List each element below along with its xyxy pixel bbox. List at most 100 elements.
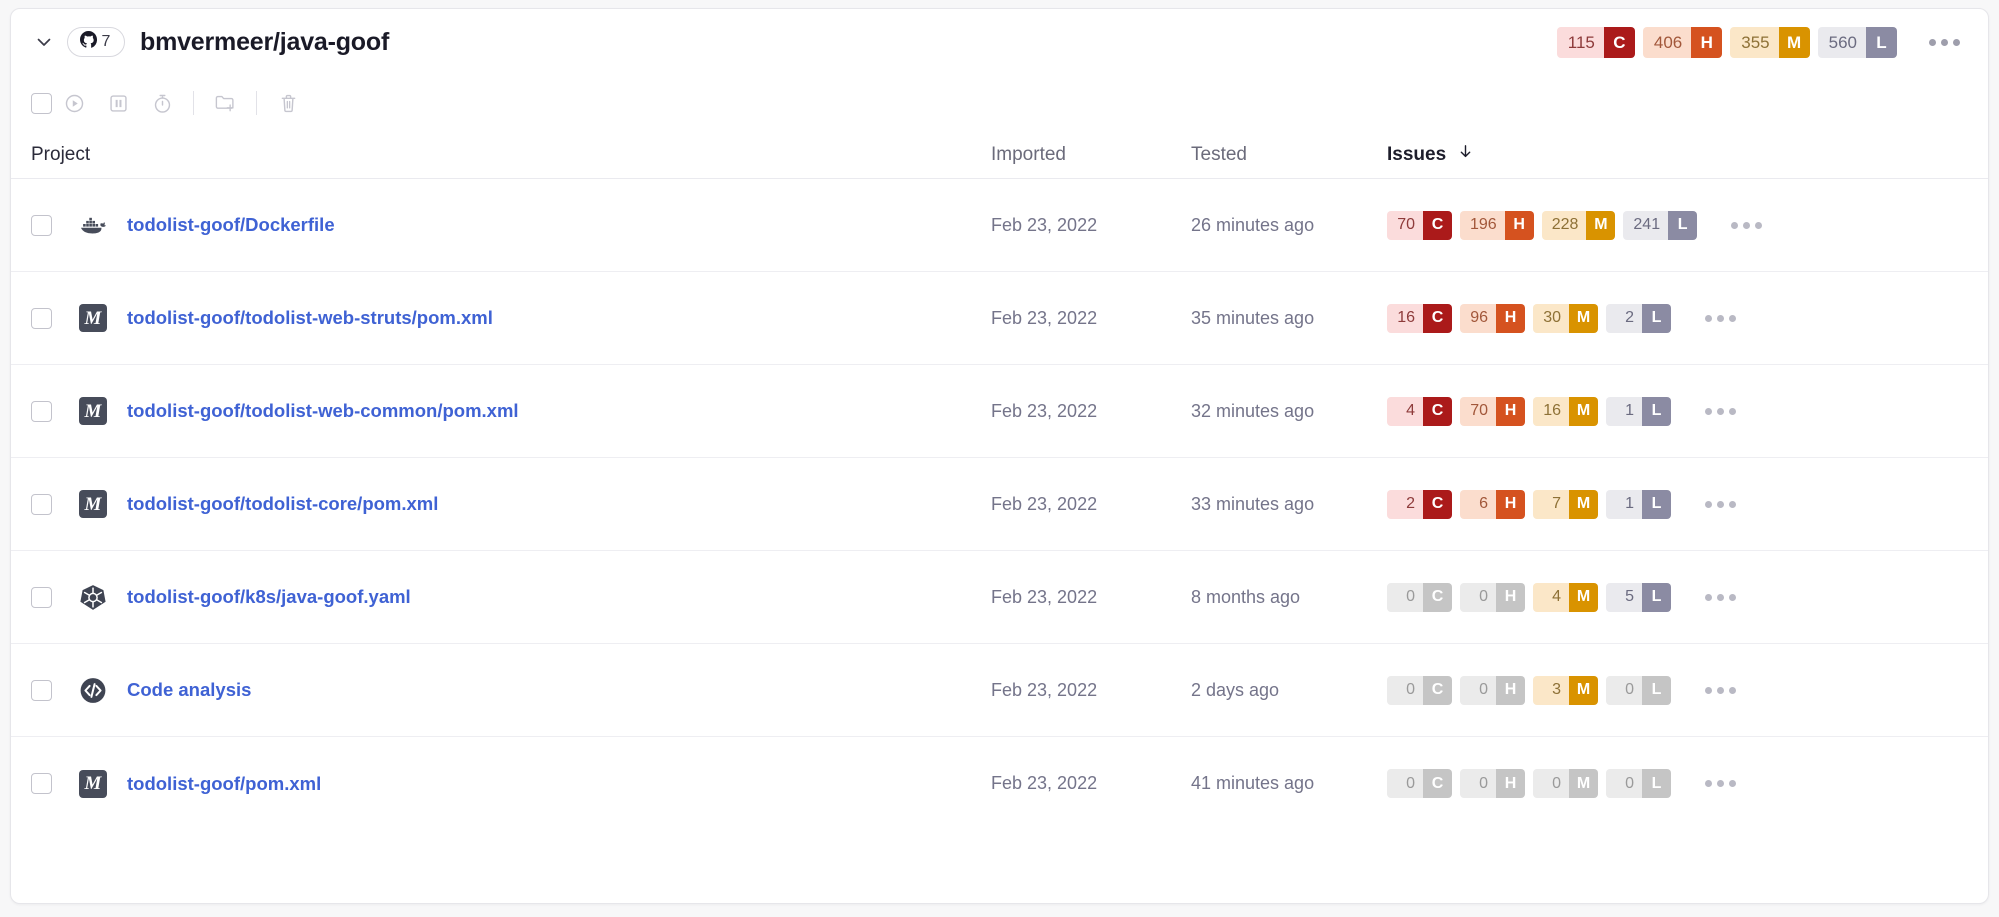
severity-badge-low[interactable]: 2L: [1606, 303, 1671, 333]
row-select-checkbox[interactable]: [31, 307, 52, 329]
tested-time: 32 minutes ago: [1191, 400, 1315, 421]
column-header-imported[interactable]: Imported: [991, 144, 1191, 166]
row-severity-summary: 0C 0H 4M 5L: [1387, 582, 1671, 612]
severity-letter-high: H: [1691, 26, 1723, 58]
stopwatch-icon[interactable]: [140, 85, 184, 121]
chevron-down-icon[interactable]: [31, 29, 57, 55]
severity-badge-medium[interactable]: 0M: [1533, 769, 1598, 798]
severity-badge-high[interactable]: 96 H: [1460, 303, 1525, 333]
row-more-options-button[interactable]: [1725, 214, 1768, 237]
severity-badge-low[interactable]: 241 L: [1623, 210, 1698, 240]
project-cell: Mtodolist-goof/todolist-core/pom.xml: [31, 490, 991, 518]
severity-count-low: 560: [1817, 26, 1866, 58]
severity-badge-medium[interactable]: 4M: [1533, 582, 1598, 612]
issues-cell: 4 C 70 H 16 M 1 L: [1387, 396, 1966, 426]
row-select-checkbox[interactable]: [31, 214, 52, 236]
table-row[interactable]: Code analysis Feb 23, 2022 2 days ago 0 C 0 H 3…: [11, 644, 1988, 737]
severity-letter-critical: C: [1423, 303, 1452, 333]
row-select-checkbox[interactable]: [31, 493, 52, 515]
severity-badge-high[interactable]: 0H: [1460, 582, 1525, 612]
row-more-options-button[interactable]: [1699, 493, 1742, 516]
severity-badge-low[interactable]: 0L: [1606, 675, 1671, 705]
table-row[interactable]: Mtodolist-goof/pom.xml Feb 23, 2022 41 min…: [11, 737, 1988, 830]
project-link[interactable]: todolist-goof/todolist-web-struts/pom.xm…: [127, 307, 493, 329]
column-header-project[interactable]: Project: [31, 144, 991, 166]
severity-badge-critical[interactable]: 0C: [1387, 675, 1452, 705]
table-row[interactable]: Mtodolist-goof/todolist-web-struts/pom.x…: [11, 272, 1988, 365]
column-header-issues-wrap: Issues: [1387, 143, 1966, 166]
trash-icon[interactable]: [266, 85, 310, 121]
severity-badge-low[interactable]: 560 L: [1817, 26, 1897, 58]
severity-letter-low: L: [1642, 396, 1671, 426]
severity-count-high: 406: [1642, 26, 1692, 58]
github-source-badge[interactable]: 7: [67, 27, 125, 57]
select-all-checkbox[interactable]: [31, 92, 52, 114]
row-severity-summary: 4 C 70 H 16 M 1 L: [1387, 396, 1671, 426]
row-select-checkbox[interactable]: [31, 679, 52, 701]
dot-icon: [1941, 38, 1948, 46]
row-select-checkbox[interactable]: [31, 400, 52, 422]
column-header-issues-label: Issues: [1387, 143, 1447, 165]
table-row[interactable]: todolist-goof/k8s/java-goof.yaml Feb 23, …: [11, 551, 1988, 644]
severity-badge-medium[interactable]: 16 M: [1533, 396, 1598, 426]
severity-badge-medium[interactable]: 7M: [1533, 489, 1598, 519]
column-header-issues[interactable]: Issues: [1387, 143, 1966, 166]
severity-badge-high[interactable]: 6H: [1460, 489, 1525, 519]
row-more-options-button[interactable]: [1699, 586, 1742, 609]
severity-badge-critical[interactable]: 115 C: [1556, 26, 1635, 58]
severity-badge-medium[interactable]: 228 M: [1541, 210, 1616, 240]
severity-badge-high[interactable]: 70 H: [1460, 396, 1525, 426]
severity-letter-low: L: [1642, 582, 1671, 612]
dot-icon: [1705, 500, 1712, 508]
severity-badge-critical[interactable]: 2C: [1387, 489, 1452, 519]
severity-badge-critical[interactable]: 0C: [1387, 582, 1452, 612]
imported-date: Feb 23, 2022: [991, 400, 1098, 421]
dot-icon: [1755, 221, 1763, 229]
severity-badge-medium[interactable]: 30 M: [1533, 303, 1598, 333]
row-select-checkbox[interactable]: [31, 773, 52, 794]
pause-square-icon[interactable]: [96, 85, 140, 121]
severity-count-low: 5: [1606, 582, 1642, 612]
row-more-options-button[interactable]: [1699, 679, 1742, 702]
table-row[interactable]: Mtodolist-goof/todolist-web-common/pom.x…: [11, 365, 1988, 458]
project-link[interactable]: todolist-goof/todolist-core/pom.xml: [127, 493, 438, 515]
severity-badge-critical[interactable]: 4C: [1387, 396, 1452, 426]
row-more-options-button[interactable]: [1699, 400, 1742, 423]
folder-plus-icon[interactable]: [203, 85, 247, 121]
project-link[interactable]: todolist-goof/Dockerfile: [127, 214, 335, 236]
severity-badge-critical[interactable]: 0C: [1387, 769, 1452, 798]
dot-icon: [1717, 500, 1724, 508]
project-link[interactable]: todolist-goof/todolist-web-common/pom.xm…: [127, 400, 519, 422]
severity-badge-medium[interactable]: 355 M: [1730, 26, 1810, 58]
severity-badge-low[interactable]: 1L: [1606, 396, 1671, 426]
dot-icon: [1717, 593, 1724, 601]
severity-count-medium: 355: [1730, 26, 1779, 58]
severity-letter-critical: C: [1423, 210, 1452, 240]
severity-badge-critical[interactable]: 16 C: [1387, 303, 1452, 333]
severity-badge-medium[interactable]: 3M: [1533, 675, 1598, 705]
severity-count-high: 0: [1460, 769, 1496, 798]
project-link[interactable]: todolist-goof/pom.xml: [127, 773, 321, 795]
play-circle-icon[interactable]: [52, 85, 96, 121]
arrow-down-icon: [1457, 143, 1474, 166]
code-analysis-icon: [79, 676, 107, 704]
column-header-tested[interactable]: Tested: [1191, 144, 1387, 166]
table-row[interactable]: todolist-goof/Dockerfile Feb 23, 2022 26 m…: [11, 179, 1988, 272]
severity-count-critical: 0: [1387, 582, 1423, 612]
severity-badge-low[interactable]: 5L: [1606, 582, 1671, 612]
row-select-checkbox[interactable]: [31, 586, 52, 608]
project-cell: Mtodolist-goof/todolist-web-struts/pom.x…: [31, 304, 991, 332]
severity-badge-critical[interactable]: 70 C: [1387, 210, 1452, 240]
header-more-options-button[interactable]: [1923, 31, 1966, 54]
row-more-options-button[interactable]: [1699, 307, 1742, 330]
severity-badge-high[interactable]: 406 H: [1642, 26, 1723, 58]
project-link[interactable]: Code analysis: [127, 679, 251, 701]
severity-badge-low[interactable]: 1L: [1606, 489, 1671, 519]
severity-badge-low[interactable]: 0L: [1606, 769, 1671, 798]
severity-badge-high[interactable]: 0H: [1460, 675, 1525, 705]
row-more-options-button[interactable]: [1699, 772, 1742, 795]
table-row[interactable]: Mtodolist-goof/todolist-core/pom.xml Feb …: [11, 458, 1988, 551]
severity-badge-high[interactable]: 0H: [1460, 769, 1525, 798]
project-link[interactable]: todolist-goof/k8s/java-goof.yaml: [127, 586, 411, 608]
severity-badge-high[interactable]: 196 H: [1460, 210, 1534, 240]
